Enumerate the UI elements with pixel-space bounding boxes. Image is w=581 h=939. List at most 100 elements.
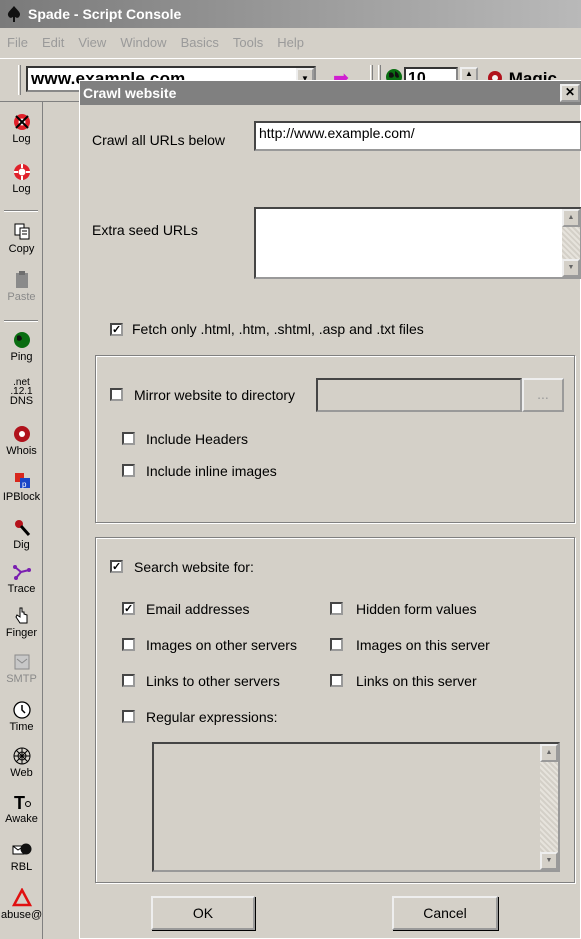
abuse-icon <box>11 888 32 907</box>
search-website-checkbox[interactable]: ✓ <box>110 560 123 573</box>
include-images-label: Include inline images <box>146 463 277 479</box>
crawl-website-dialog: Crawl website ✕ Crawl all URLs below htt… <box>79 80 581 939</box>
sidebar-item-awake[interactable]: T Awake <box>1 792 42 825</box>
fetch-only-label: Fetch only .html, .htm, .shtml, .asp and… <box>132 321 424 337</box>
hidden-form-values-label: Hidden form values <box>356 601 477 617</box>
sidebar-item-label: abuse@ <box>1 909 43 921</box>
sidebar-item-label: Ping <box>10 351 33 363</box>
ok-button-label: OK <box>192 905 214 921</box>
ok-button[interactable]: OK <box>151 896 255 930</box>
sidebar-item-label: SMTP <box>6 673 37 685</box>
sidebar-item-log[interactable]: Log <box>1 162 42 195</box>
finger-icon <box>14 607 27 624</box>
sidebar-item-smtp[interactable]: SMTP <box>1 652 42 685</box>
close-icon[interactable]: ✕ <box>560 84 580 102</box>
seed-scrollbar[interactable]: ▲ ▼ <box>562 209 580 277</box>
regular-expressions-label: Regular expressions: <box>146 709 278 725</box>
tool-sidebar: Log Log Copy Paste Ping .net .12.1 DNS W… <box>0 102 43 939</box>
sidebar-item-label: Dig <box>13 539 30 551</box>
time-icon <box>12 701 31 719</box>
email-addresses-label: Email addresses <box>146 601 250 617</box>
fetch-only-checkbox[interactable]: ✓ <box>110 323 123 336</box>
mirror-checkbox[interactable] <box>110 388 123 401</box>
sidebar-item-abuse[interactable]: abuse@ <box>1 888 42 921</box>
log-icon <box>13 164 30 180</box>
links-other-servers-label: Links to other servers <box>146 673 280 689</box>
images-other-servers-label: Images on other servers <box>146 637 297 653</box>
scroll-up-icon[interactable]: ▲ <box>562 209 580 227</box>
include-headers-label: Include Headers <box>146 431 248 447</box>
toolbar-grip[interactable] <box>18 65 21 95</box>
sidebar-item-label: Paste <box>7 291 36 303</box>
smtp-icon <box>14 654 29 670</box>
app-window: Spade - Script Console File Edit View Windo… <box>0 0 581 939</box>
menu-tools[interactable]: Tools <box>226 28 270 58</box>
sidebar-item-label: Whois <box>6 445 37 457</box>
sidebar-item-trace[interactable]: Trace <box>1 562 42 595</box>
links-other-servers-checkbox[interactable] <box>122 674 135 687</box>
menu-file[interactable]: File <box>0 28 35 58</box>
sidebar-separator <box>4 320 38 322</box>
mirror-group: Mirror website to directory ... Include … <box>95 355 575 523</box>
crawl-urls-label: Crawl all URLs below <box>92 132 226 148</box>
sidebar-item-label: Trace <box>7 583 36 595</box>
cancel-button[interactable]: Cancel <box>392 896 498 930</box>
sidebar-item-whois[interactable]: Whois <box>1 424 42 457</box>
images-this-server-checkbox[interactable] <box>330 638 343 651</box>
hidden-form-values-checkbox[interactable] <box>330 602 343 615</box>
regular-expressions-checkbox[interactable] <box>122 710 135 723</box>
awake-icon: T <box>14 793 31 812</box>
mirror-directory-input[interactable] <box>316 378 522 412</box>
search-group: ✓ Search website for: ✓ Email addresses … <box>95 537 575 883</box>
sidebar-item-rbl[interactable]: RBL <box>1 840 42 873</box>
menu-edit[interactable]: Edit <box>35 28 71 58</box>
svg-text:p: p <box>22 480 27 489</box>
copy-icon <box>14 223 29 240</box>
sidebar-item-label: Web <box>10 767 33 779</box>
cancel-button-label: Cancel <box>423 905 467 921</box>
images-other-servers-checkbox[interactable] <box>122 638 135 651</box>
sidebar-item-time[interactable]: Time <box>1 700 42 733</box>
web-icon <box>13 747 30 765</box>
menu-basics[interactable]: Basics <box>174 28 226 58</box>
sidebar-separator <box>4 210 38 212</box>
rbl-icon <box>12 843 31 855</box>
sidebar-item-web[interactable]: Web <box>1 746 42 779</box>
sidebar-item-ipblock[interactable]: p IPBlock <box>1 470 42 503</box>
crawl-url-input[interactable]: http://www.example.com/ <box>254 121 581 151</box>
email-addresses-checkbox[interactable]: ✓ <box>122 602 135 615</box>
menu-help[interactable]: Help <box>270 28 311 58</box>
scroll-down-icon[interactable]: ▼ <box>540 852 558 870</box>
sidebar-item-label: Awake <box>5 813 38 825</box>
paste-icon <box>15 271 28 288</box>
sidebar-item-dig[interactable]: Dig <box>1 518 42 551</box>
sidebar-item-label: Time <box>9 721 34 733</box>
sidebar-item-dns[interactable]: .net .12.1 DNS <box>1 378 42 407</box>
svg-text:T: T <box>14 793 25 812</box>
links-this-server-checkbox[interactable] <box>330 674 343 687</box>
links-this-server-label: Links on this server <box>356 673 477 689</box>
spinner-up-icon[interactable]: ▲ <box>462 69 476 78</box>
dialog-title: Crawl website <box>83 85 177 101</box>
window-title: Spade - Script Console <box>28 6 182 22</box>
search-website-label: Search website for: <box>134 559 254 575</box>
scroll-up-icon[interactable]: ▲ <box>540 744 558 762</box>
regex-textarea[interactable]: ▲ ▼ <box>152 742 560 872</box>
menu-window[interactable]: Window <box>113 28 173 58</box>
extra-seed-urls-textarea[interactable]: ▲ ▼ <box>254 207 581 279</box>
images-this-server-label: Images on this server <box>356 637 490 653</box>
browse-button[interactable]: ... <box>522 378 564 412</box>
sidebar-item-ping[interactable]: Ping <box>1 330 42 363</box>
scroll-down-icon[interactable]: ▼ <box>562 259 580 277</box>
regex-scrollbar[interactable]: ▲ ▼ <box>540 744 558 870</box>
sidebar-item-finger[interactable]: Finger <box>1 606 42 639</box>
spade-app-icon <box>7 6 21 22</box>
sidebar-item-label: Log <box>12 133 31 145</box>
sidebar-item-copy[interactable]: Copy <box>1 222 42 255</box>
menu-view[interactable]: View <box>71 28 113 58</box>
include-headers-checkbox[interactable] <box>122 432 135 445</box>
sidebar-item-log-clear[interactable]: Log <box>1 112 42 145</box>
sidebar-item-paste[interactable]: Paste <box>1 270 42 303</box>
include-images-checkbox[interactable] <box>122 464 135 477</box>
dns-icon: .net .12.1 <box>10 377 33 397</box>
